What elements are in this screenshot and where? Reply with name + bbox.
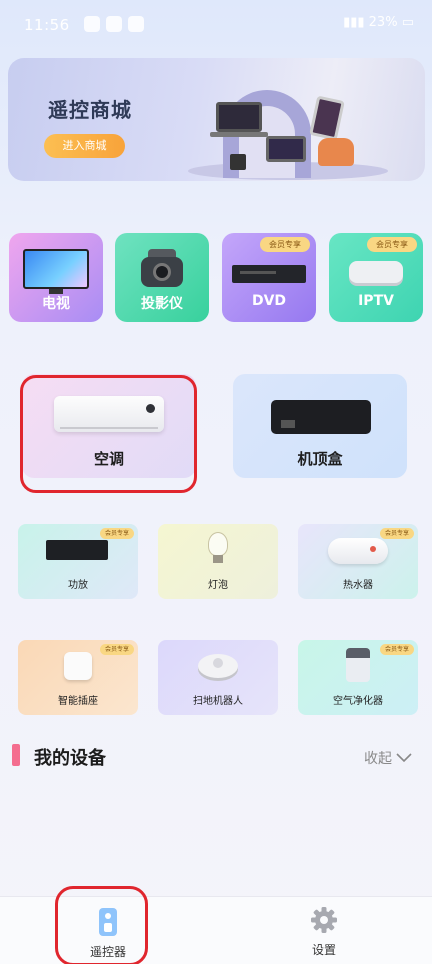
- iptv-icon: [349, 261, 403, 283]
- robot-sensor: [213, 658, 223, 668]
- projector-lens: [153, 263, 171, 281]
- tablet-image: [309, 95, 345, 141]
- gear-icon: [311, 907, 337, 933]
- device-tile-amplifier[interactable]: 会员专享 功放: [18, 524, 138, 599]
- nav-label: 设置: [311, 943, 336, 957]
- device-tile-iptv[interactable]: 会员专享 IPTV: [329, 233, 423, 322]
- nav-tab-settings[interactable]: 设置: [288, 903, 360, 961]
- dvd-slot: [240, 271, 276, 274]
- water-heater-icon: [328, 538, 388, 564]
- highlight-frame: [20, 375, 197, 493]
- vip-badge: 会员专享: [100, 644, 134, 655]
- device-tile-robot-vacuum[interactable]: 扫地机器人: [158, 640, 278, 715]
- status-right: ▮▮▮ 23% ▭: [343, 15, 414, 30]
- device-label: DVD: [251, 293, 287, 309]
- bulb-base: [213, 555, 223, 563]
- crown-icon: [128, 16, 144, 32]
- device-tile-bulb[interactable]: 灯泡: [158, 524, 278, 599]
- device-tile-dvd[interactable]: 会员专享 DVD: [222, 233, 316, 322]
- sync-icon: [106, 16, 122, 32]
- mall-banner[interactable]: 遥控商城 进入商城: [8, 58, 425, 181]
- status-bar: 11:56 ▮▮▮ 23% ▭: [0, 0, 432, 52]
- device-label: 机顶盒: [297, 450, 343, 468]
- stb-port: [281, 420, 295, 428]
- laptop-base: [210, 132, 268, 137]
- wifi-icon: ▮▮▮: [343, 15, 369, 30]
- laptop-image-2: [266, 136, 306, 162]
- device-tile-smart-plug[interactable]: 会员专享 智能插座: [18, 640, 138, 715]
- banner-title: 遥控商城: [48, 98, 132, 122]
- collapse-toggle[interactable]: 收起: [364, 748, 412, 768]
- set-top-box-icon: [271, 400, 371, 434]
- weibo-icon: [84, 16, 100, 32]
- tv-icon: [23, 249, 89, 289]
- device-label: 热水器: [343, 580, 373, 591]
- battery-text: 23%: [368, 15, 398, 30]
- device-tile-projector[interactable]: 投影仪: [115, 233, 209, 322]
- device-label: 功放: [68, 580, 88, 591]
- device-tile-set-top-box[interactable]: 机顶盒: [233, 374, 407, 478]
- amplifier-icon: [46, 540, 108, 560]
- chevron-down-icon: [396, 753, 412, 763]
- highlight-frame: [55, 886, 148, 964]
- air-purifier-icon: [346, 648, 370, 682]
- device-label: 空气净化器: [333, 696, 383, 707]
- device-tile-air-purifier[interactable]: 会员专享 空气净化器: [298, 640, 418, 715]
- device-label: 投影仪: [141, 296, 183, 312]
- vip-badge: 会员专享: [380, 528, 414, 539]
- status-time: 11:56: [24, 16, 70, 34]
- dvd-icon: [232, 265, 306, 283]
- device-cube: [230, 154, 246, 170]
- chair-image: [318, 138, 354, 166]
- device-label: 扫地机器人: [193, 696, 243, 707]
- device-label: 灯泡: [208, 580, 228, 591]
- smart-plug-icon: [64, 652, 92, 680]
- device-label: 电视: [42, 296, 70, 312]
- my-devices-title: 我的设备: [34, 748, 106, 769]
- collapse-label: 收起: [364, 751, 392, 767]
- device-label: 智能插座: [58, 696, 98, 707]
- heater-indicator: [370, 546, 376, 552]
- section-accent-bar: [12, 744, 20, 766]
- device-tile-water-heater[interactable]: 会员专享 热水器: [298, 524, 418, 599]
- enter-mall-button[interactable]: 进入商城: [44, 134, 125, 158]
- laptop-image: [216, 102, 262, 132]
- vip-badge: 会员专享: [100, 528, 134, 539]
- device-label: IPTV: [358, 293, 394, 309]
- vip-badge: 会员专享: [260, 237, 310, 252]
- vip-badge: 会员专享: [367, 237, 417, 252]
- vip-badge: 会员专享: [380, 644, 414, 655]
- bulb-icon: [208, 532, 228, 556]
- battery-icon: ▭: [401, 15, 414, 30]
- device-tile-tv[interactable]: 电视: [9, 233, 103, 322]
